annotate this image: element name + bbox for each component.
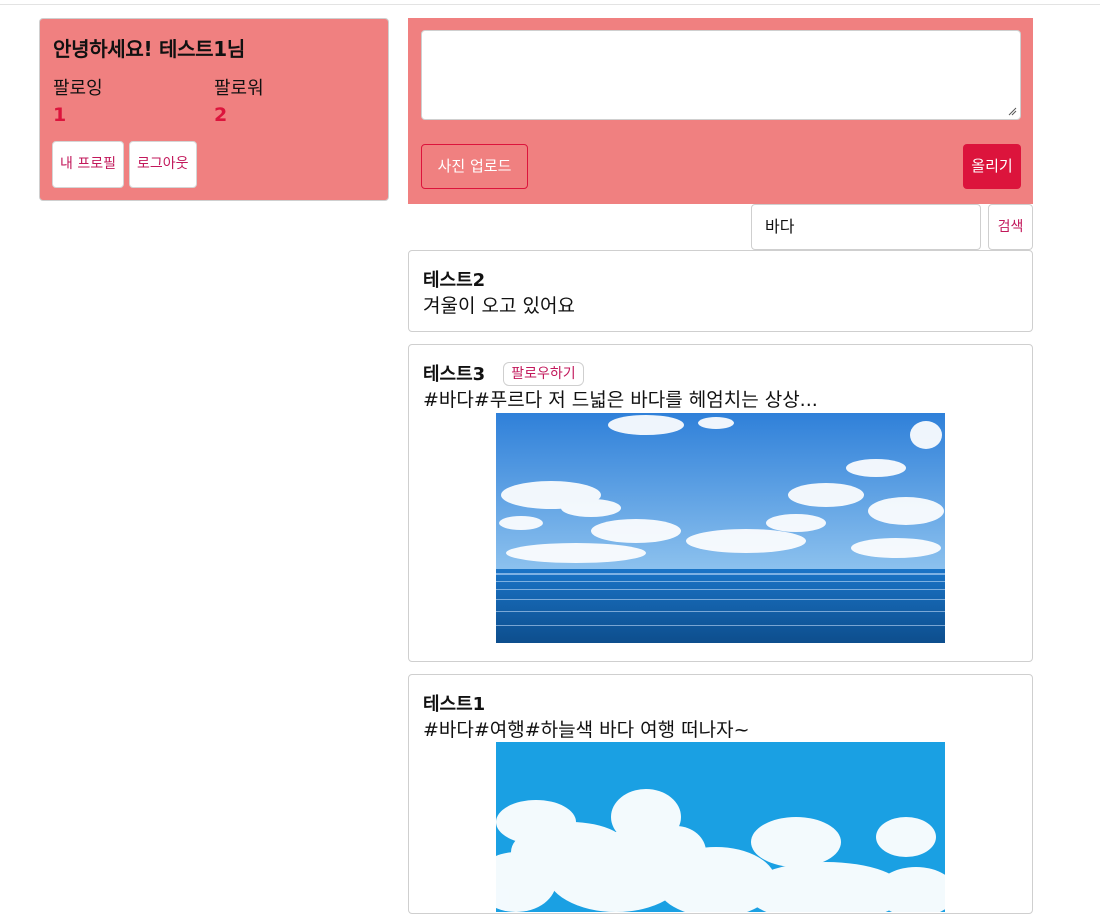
post-form: 사진 업로드 올리기 xyxy=(408,18,1033,204)
profile-card: 안녕하세요! 테스트1님 팔로잉 1 팔로워 2 내 프로필 로그아웃 xyxy=(39,18,389,201)
post-author[interactable]: 테스트3 xyxy=(423,360,485,386)
following-stat[interactable]: 팔로잉 1 xyxy=(53,74,103,126)
follower-count: 2 xyxy=(214,104,228,126)
top-divider xyxy=(0,4,1100,5)
following-label: 팔로잉 xyxy=(53,78,103,99)
following-count: 1 xyxy=(53,104,67,126)
post-image xyxy=(496,742,945,912)
search-button[interactable]: 검색 xyxy=(988,204,1033,250)
follow-stats: 팔로잉 1 팔로워 2 xyxy=(53,74,375,130)
my-profile-button[interactable]: 내 프로필 xyxy=(52,141,124,188)
post-content: 겨울이 오고 있어요 xyxy=(423,295,575,317)
post-card: 테스트2 겨울이 오고 있어요 xyxy=(408,250,1033,332)
post-content: #바다#푸르다 저 드넓은 바다를 헤엄치는 상상... xyxy=(423,389,818,411)
follow-button[interactable]: 팔로우하기 xyxy=(503,362,584,386)
logout-button[interactable]: 로그아웃 xyxy=(128,141,197,188)
photo-upload-button[interactable]: 사진 업로드 xyxy=(421,144,528,189)
greeting-title: 안녕하세요! 테스트1님 xyxy=(53,37,245,61)
post-textarea[interactable] xyxy=(421,30,1021,120)
follower-stat[interactable]: 팔로워 2 xyxy=(214,74,264,126)
post-author[interactable]: 테스트2 xyxy=(423,266,485,292)
post-card: 테스트1 #바다#여행#하늘색 바다 여행 떠나자~ xyxy=(408,674,1033,914)
post-content: #바다#여행#하늘색 바다 여행 떠나자~ xyxy=(423,719,750,741)
post-image xyxy=(496,413,945,643)
post-author[interactable]: 테스트1 xyxy=(423,690,485,716)
resize-handle-icon[interactable] xyxy=(1008,107,1017,116)
follower-label: 팔로워 xyxy=(214,78,264,99)
search-input[interactable]: 바다 xyxy=(751,204,981,250)
post-card: 테스트3 팔로우하기 #바다#푸르다 저 드넓은 바다를 헤엄치는 상상... xyxy=(408,344,1033,662)
submit-post-button[interactable]: 올리기 xyxy=(963,144,1021,189)
